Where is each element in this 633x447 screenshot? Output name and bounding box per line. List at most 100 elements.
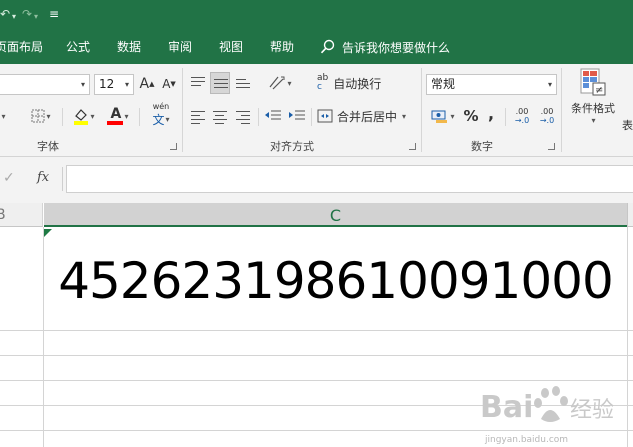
align-right-button[interactable] [233,106,253,126]
orientation-button[interactable]: ▾ [265,72,295,94]
format-as-table-label[interactable]: 表 [622,117,633,133]
tab-data[interactable]: 数据 [117,39,141,55]
merge-center-button[interactable]: 合并后居中 ▾ [317,105,413,127]
group-separator [421,68,422,152]
decrease-indent-button[interactable] [262,106,284,126]
redo-icon[interactable]: ↷ [22,7,32,21]
align-center-button[interactable] [210,106,230,126]
decrease-decimal-icon-b: →.0 [539,116,555,125]
increase-decimal-button[interactable]: .00 →.0 [510,104,534,128]
top-align-button[interactable] [188,72,208,92]
increase-indent-icon [289,110,305,120]
font-size-select[interactable]: 12 ▾ [94,74,134,95]
chevron-down-icon: ▾ [402,111,407,121]
enter-check-icon[interactable]: ✓ [3,170,15,186]
chevron-down-icon: ▾ [124,80,129,89]
number-group-label: 数字 [471,140,493,153]
comma-style-button[interactable]: , [484,102,498,124]
percent-style-button[interactable]: % [462,105,480,127]
divider [62,108,63,126]
column-header-d[interactable] [627,203,633,227]
merge-center-label: 合并后居中 [337,109,398,124]
search-icon [320,39,335,54]
alignment-group-label: 对齐方式 [270,140,314,153]
number-dialog-launcher-icon[interactable] [548,143,555,150]
undo-icon[interactable]: ↶ [0,7,10,21]
divider [139,108,140,126]
decrease-indent-icon [265,110,281,120]
font-color-button[interactable]: A ▾ [102,104,134,128]
gridline-horizontal [0,355,633,356]
number-format-value: 常规 [431,77,456,91]
font-size-value: 12 [99,77,115,91]
title-bar: ↶ ▾ ↷ ▾ ≡ [0,0,633,30]
increase-font-size-button[interactable]: A ▲ [139,74,155,94]
customize-toolbar-icon[interactable]: ≡ [49,7,59,21]
wrap-text-button[interactable]: ab c 自动换行 [317,72,407,94]
group-separator [561,68,562,152]
worksheet-grid: B C 452623198610091000 Bai 经验 jingyan.ba… [0,203,633,447]
chevron-down-icon: ▾ [80,80,85,89]
font-name-select[interactable]: ▾ [0,74,90,95]
underline-dropdown[interactable]: ▾ [0,106,10,126]
tab-help[interactable]: 帮助 [270,39,294,55]
wrap-text-icon: ab c [317,74,328,92]
percent-icon: % [463,107,479,125]
ribbon-tabs: 页面布局 公式 数据 审阅 视图 帮助 告诉我你想要做什么 [0,30,633,64]
chevron-down-icon: ▾ [124,111,129,121]
align-bottom-icon [236,79,250,91]
text-orientation-icon [270,76,285,90]
chevron-down-icon: ▾ [450,111,455,121]
chevron-down-icon: ▾ [90,111,95,121]
number-format-select[interactable]: 常规 ▾ [426,74,557,95]
error-indicator-icon[interactable] [44,229,52,237]
formula-input[interactable] [66,165,633,193]
chevron-down-icon: ▾ [287,78,292,88]
wrap-icon-c: c [317,82,322,92]
font-group-label: 字体 [37,140,59,153]
undo-dropdown-icon[interactable]: ▾ [12,10,16,24]
increase-indent-button[interactable] [286,106,308,126]
tab-page-layout[interactable]: 页面布局 [0,39,43,55]
tab-view[interactable]: 视图 [219,39,243,55]
accounting-format-button[interactable]: ▾ [426,105,460,127]
insert-function-icon[interactable]: fx [37,170,49,185]
align-center-icon [213,111,227,127]
ribbon: ▾ 12 ▾ A ▲ A ▼ ▾ ▾ ▾ A ▾ wén 文 ▾ 字体 ▾ ab… [0,64,633,157]
conditional-formatting-icon: ≠ [580,68,606,96]
alignment-dialog-launcher-icon[interactable] [409,143,416,150]
redo-dropdown-icon[interactable]: ▾ [34,10,38,24]
chevron-down-icon: ▾ [591,116,596,125]
tab-formulas[interactable]: 公式 [66,39,90,55]
column-header-c-label: C [329,206,342,225]
group-separator [182,68,183,152]
decrease-decimal-button[interactable]: .00 →.0 [535,104,559,128]
chevron-down-icon: ▾ [547,80,552,89]
font-dialog-launcher-icon[interactable] [170,143,177,150]
svg-text:Bai: Bai [480,390,533,425]
column-header-b[interactable]: B [0,203,43,227]
svg-text:经验: 经验 [570,398,614,423]
column-header-c[interactable]: C [44,203,627,227]
paint-bucket-icon [74,109,89,125]
phonetic-guide-button[interactable]: wén 文 ▾ [144,102,178,128]
phonetic-char-icon: 文 [152,113,165,127]
cell-value: 452623198610091000 [58,252,614,310]
increase-decimal-icon-b: →.0 [514,116,530,125]
chevron-down-icon: ▾ [46,111,51,121]
fill-color-button[interactable]: ▾ [68,104,100,128]
shrink-font-icon: A [162,77,171,91]
align-left-button[interactable] [188,106,208,126]
formula-bar: ✓ fx [0,157,633,203]
borders-button[interactable]: ▾ [26,106,56,126]
chevron-down-icon: ▾ [1,111,6,121]
middle-align-button[interactable] [210,72,230,94]
decrease-font-size-button[interactable]: A ▼ [161,74,177,94]
conditional-formatting-button[interactable]: ≠ 条件格式 ▾ [565,68,621,134]
bottom-align-button[interactable] [233,72,253,92]
increase-decimal-icon: .00 [515,107,529,116]
cell-column-b[interactable] [0,228,43,447]
align-left-icon [191,111,205,127]
border-icon [31,109,45,123]
tab-review[interactable]: 审阅 [168,39,192,55]
